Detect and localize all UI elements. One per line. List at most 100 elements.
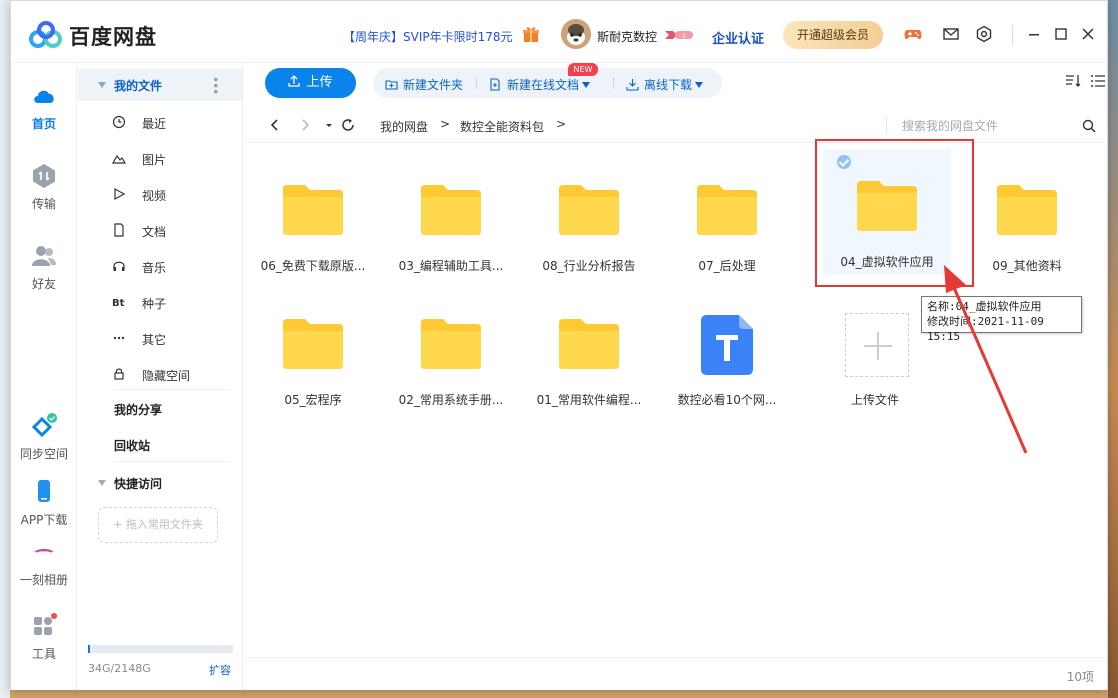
left-navigation-rail: 首页 传输 好友 同步空间 APP下载 一刻相册 工具 [11, 63, 77, 690]
app-window: 百度网盘 【周年庆】SVIP年卡限时178元 斯耐克数控 1 企业认证 开通超级… [10, 0, 1108, 690]
sidebar-item-images[interactable]: 图片 [112, 149, 232, 169]
rail-item-transfer[interactable]: 传输 [11, 163, 77, 212]
text-document-icon [701, 315, 753, 375]
search-icon[interactable] [1082, 119, 1096, 133]
rail-item-sync-space[interactable]: 同步空间 [11, 413, 77, 462]
friends-icon [32, 246, 56, 266]
folder-icon [421, 319, 481, 369]
sidebar-item-torrents[interactable]: Bt 种子 [112, 293, 232, 313]
folder-icon [283, 319, 343, 369]
upload-button[interactable]: 上传 [265, 68, 356, 98]
search-input[interactable] [902, 117, 1062, 135]
promo-link[interactable]: 【周年庆】SVIP年卡限时178元 [343, 28, 513, 45]
folder-item[interactable]: 06_免费下载原版... [249, 153, 377, 279]
folder-icon [559, 319, 619, 369]
folder-item[interactable]: 01_常用软件编程... [525, 287, 653, 413]
breadcrumb-item[interactable]: 数控全能资料包 [460, 118, 544, 135]
storage-usage-text: 34G/2148G [88, 662, 151, 675]
close-icon[interactable] [1079, 25, 1097, 43]
chevron-down-icon [695, 82, 704, 88]
forward-arrow-icon[interactable] [298, 118, 312, 132]
desktop-background-right [1108, 0, 1118, 698]
document-item[interactable]: 数控必看10个网... [663, 287, 791, 413]
breadcrumb-item[interactable]: 我的网盘 [380, 118, 428, 135]
drag-folder-dropzone[interactable]: + 拖入常用文件夹 [98, 507, 218, 543]
sidebar-divider [114, 461, 230, 462]
sidebar-item-documents[interactable]: 文档 [112, 221, 232, 241]
search-divider [886, 116, 887, 134]
sidebar-item-label: 图片 [142, 153, 167, 167]
rail-item-label: APP下载 [20, 513, 68, 527]
offline-download-button[interactable]: 离线下载 [626, 76, 704, 93]
expand-storage-link[interactable]: 扩容 [209, 662, 231, 678]
more-options-icon[interactable]: ••• [208, 76, 222, 94]
gift-icon[interactable] [522, 25, 540, 43]
rail-item-app-download[interactable]: APP下载 [11, 479, 77, 528]
rail-item-home[interactable]: 首页 [11, 83, 77, 132]
settings-gear-icon[interactable] [975, 25, 993, 43]
rail-item-label: 好友 [31, 277, 56, 291]
minimize-icon[interactable] [1025, 25, 1043, 43]
sidebar-item-recent[interactable]: 最近 [112, 113, 232, 133]
sidebar-item-others[interactable]: 其它 [112, 329, 232, 349]
folder-item[interactable]: 09_其他资料 [963, 153, 1091, 279]
my-files-header[interactable]: 我的文件 ••• [78, 69, 242, 101]
refresh-icon[interactable] [341, 118, 355, 132]
folder-icon [421, 185, 481, 235]
sidebar-quick-access[interactable]: 快捷访问 [114, 475, 162, 492]
sidebar-item-label: 最近 [142, 117, 167, 131]
rail-item-tools[interactable]: 工具 [11, 613, 77, 662]
toolbar-divider [476, 77, 477, 89]
new-online-doc-button[interactable]: 新建在线文档 [489, 76, 591, 93]
sidebar-my-share[interactable]: 我的分享 [114, 401, 162, 418]
collapse-triangle-icon[interactable] [98, 480, 106, 486]
upload-file-tile[interactable]: 上传文件 [811, 287, 939, 413]
baidu-netdisk-logo-icon [29, 21, 62, 48]
sidebar-item-videos[interactable]: 视频 [112, 185, 232, 205]
file-name: 09_其他资料 [992, 259, 1062, 273]
game-controller-icon[interactable] [904, 25, 922, 43]
offline-download-label: 离线下载 [644, 78, 693, 92]
file-name: 07_后处理 [698, 259, 756, 273]
back-arrow-icon[interactable] [268, 118, 282, 132]
navigation-bar: 我的网盘 > 数控全能资料包 > [244, 107, 1107, 143]
folder-item[interactable]: 05_宏程序 [249, 287, 377, 413]
sidebar-recycle-bin[interactable]: 回收站 [114, 437, 150, 454]
svg-text:1: 1 [682, 33, 686, 40]
maximize-icon[interactable] [1052, 25, 1070, 43]
folder-item[interactable]: 07_后处理 [663, 153, 791, 279]
folder-icon [283, 185, 343, 235]
toolbar-divider [613, 77, 614, 89]
file-name: 上传文件 [850, 393, 899, 407]
svip-upgrade-button[interactable]: 开通超级会员 [783, 21, 883, 49]
app-title: 百度网盘 [69, 25, 157, 49]
rail-item-album[interactable]: 一刻相册 [11, 539, 77, 588]
folder-icon [997, 185, 1057, 235]
sidebar-item-music[interactable]: 音乐 [112, 257, 232, 277]
storage-usage-fill [88, 645, 91, 653]
tooltip-name-line: 名称:04_虚拟软件应用 [927, 300, 1042, 313]
storage-usage-bar [88, 645, 233, 653]
folder-item[interactable]: 08_行业分析报告 [525, 153, 653, 279]
new-folder-button[interactable]: 新建文件夹 [385, 76, 463, 93]
folder-item[interactable]: 02_常用系统手册... [387, 287, 515, 413]
toolbar-actions: 新建文件夹 新建在线文档 离线下载 [373, 68, 722, 98]
breadcrumb-separator: > [556, 117, 567, 131]
history-dropdown-icon[interactable] [322, 118, 336, 132]
enterprise-verify-link[interactable]: 企业认证 [712, 28, 764, 47]
list-view-icon[interactable] [1090, 73, 1106, 89]
sidebar-item-hidden-space[interactable]: 隐藏空间 [112, 365, 232, 385]
file-name: 03_编程辅助工具... [398, 259, 504, 273]
tooltip-date-line: 修改时间:2021-11-09 15:15 [927, 315, 1044, 343]
rail-item-label: 工具 [31, 647, 56, 661]
file-name: 02_常用系统手册... [398, 393, 504, 407]
tools-icon [34, 613, 57, 635]
sort-icon[interactable] [1065, 73, 1081, 89]
mail-icon[interactable] [942, 25, 960, 43]
rail-item-friends[interactable]: 好友 [11, 243, 77, 292]
lock-icon [114, 368, 124, 380]
sidebar-item-label: 种子 [142, 297, 167, 311]
avatar[interactable] [561, 19, 591, 49]
username[interactable]: 斯耐克数控 [597, 28, 657, 45]
folder-item[interactable]: 03_编程辅助工具... [387, 153, 515, 279]
